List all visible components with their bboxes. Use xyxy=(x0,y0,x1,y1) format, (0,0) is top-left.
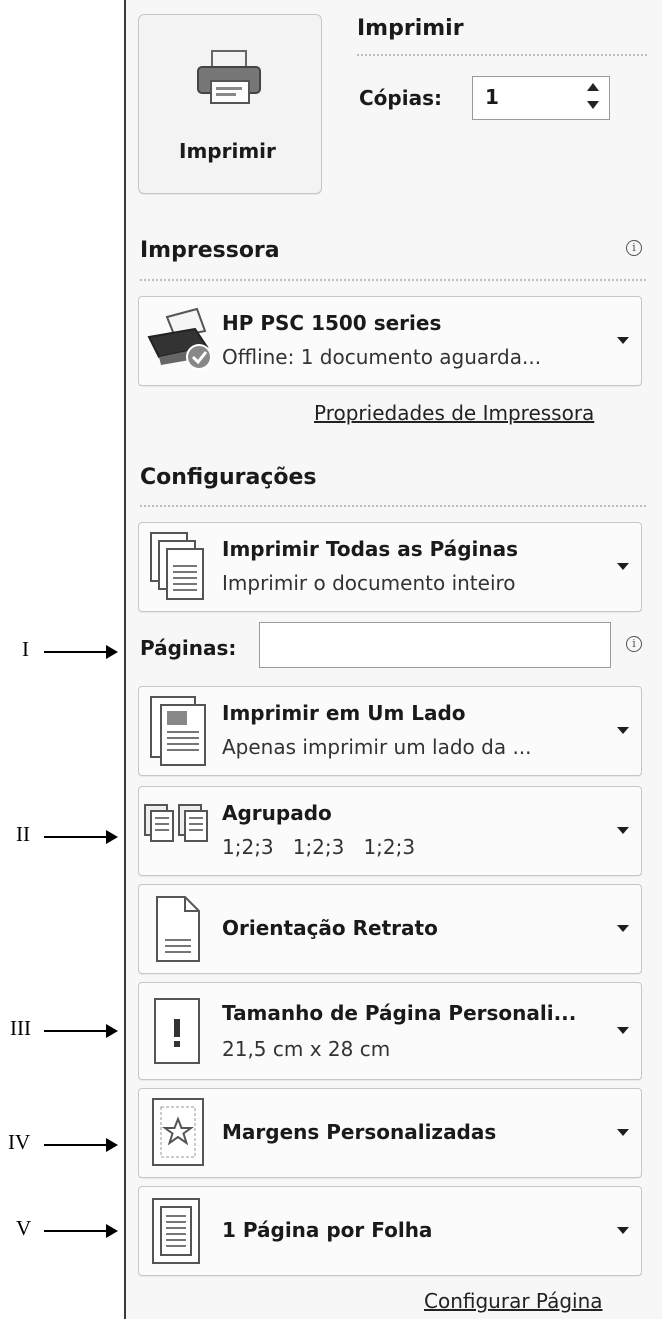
divider xyxy=(140,279,646,281)
margins-title: Margens Personalizadas xyxy=(222,1120,497,1144)
all-pages-icon xyxy=(149,531,213,607)
chevron-down-icon xyxy=(617,1027,629,1034)
annotation-arrow xyxy=(44,830,118,844)
chevron-down-icon xyxy=(617,1129,629,1136)
margins-select[interactable]: Margens Personalizadas xyxy=(138,1088,642,1178)
paper-size-select[interactable]: Tamanho de Página Personali... 21,5 cm x… xyxy=(138,982,642,1080)
print-button-label: Imprimir xyxy=(179,139,276,163)
portrait-icon xyxy=(149,895,205,969)
annotation-iii: III xyxy=(10,1016,31,1040)
settings-heading: Configurações xyxy=(140,465,317,490)
chevron-up-icon[interactable] xyxy=(587,83,599,91)
annotation-iv: IV xyxy=(8,1130,31,1154)
printer-status: Offline: 1 documento aguarda... xyxy=(222,345,542,369)
pages-per-sheet-select[interactable]: 1 Página por Folha xyxy=(138,1186,642,1276)
annotation-arrow xyxy=(44,1138,118,1152)
sides-title: Imprimir em Um Lado xyxy=(222,701,466,725)
info-icon[interactable]: i xyxy=(626,240,642,256)
chevron-down-icon xyxy=(617,563,629,570)
page-per-sheet-icon xyxy=(149,1197,205,1271)
divider xyxy=(140,505,646,507)
printer-properties-link[interactable]: Propriedades de Impressora xyxy=(314,401,594,425)
margins-icon xyxy=(149,1097,209,1173)
copies-label: Cópias: xyxy=(359,86,442,110)
pages-per-sheet-title: 1 Página por Folha xyxy=(222,1218,433,1242)
annotation-arrow xyxy=(44,645,118,659)
copies-stepper[interactable]: 1 xyxy=(472,76,610,120)
sides-subtitle: Apenas imprimir um lado da ... xyxy=(222,735,532,759)
printer-icon xyxy=(194,49,266,111)
printer-heading: Impressora xyxy=(140,238,280,263)
chevron-down-icon xyxy=(617,827,629,834)
orientation-select[interactable]: Orientação Retrato xyxy=(138,884,642,974)
divider xyxy=(357,54,647,56)
info-icon[interactable]: i xyxy=(626,636,642,652)
one-sided-icon xyxy=(149,695,213,771)
pages-input[interactable] xyxy=(259,622,611,668)
annotation-v: V xyxy=(16,1216,32,1240)
printer-device-icon xyxy=(145,307,219,377)
chevron-down-icon xyxy=(617,727,629,734)
printer-name: HP PSC 1500 series xyxy=(222,311,442,335)
annotation-ii: II xyxy=(16,822,30,846)
print-panel: Imprimir Imprimir Cópias: 1 Impressora i… xyxy=(124,0,662,1319)
pages-label: Páginas: xyxy=(140,636,237,660)
print-range-subtitle: Imprimir o documento inteiro xyxy=(222,571,516,595)
collate-select[interactable]: Agrupado 1;2;3 1;2;3 1;2;3 xyxy=(138,786,642,876)
annotation-i: I xyxy=(22,637,29,661)
page-setup-link[interactable]: Configurar Página xyxy=(424,1289,603,1313)
paper-size-subtitle: 21,5 cm x 28 cm xyxy=(222,1037,391,1061)
chevron-down-icon xyxy=(617,1227,629,1234)
copies-input[interactable]: 1 xyxy=(485,85,499,109)
print-range-select[interactable]: Imprimir Todas as Páginas Imprimir o doc… xyxy=(138,522,642,612)
sides-select[interactable]: Imprimir em Um Lado Apenas imprimir um l… xyxy=(138,686,642,776)
print-range-title: Imprimir Todas as Páginas xyxy=(222,537,519,561)
print-heading: Imprimir xyxy=(357,16,464,41)
printer-select[interactable]: HP PSC 1500 series Offline: 1 documento … xyxy=(138,296,642,386)
orientation-title: Orientação Retrato xyxy=(222,916,438,940)
collate-subtitle: 1;2;3 1;2;3 1;2;3 xyxy=(222,835,416,859)
paper-size-title: Tamanho de Página Personali... xyxy=(222,1001,577,1025)
chevron-down-icon xyxy=(617,337,629,344)
annotation-arrow xyxy=(44,1024,118,1038)
chevron-down-icon[interactable] xyxy=(587,101,599,109)
collated-icon xyxy=(143,803,213,851)
annotation-arrow xyxy=(44,1224,118,1238)
chevron-down-icon xyxy=(617,925,629,932)
paper-size-icon xyxy=(149,997,205,1071)
collate-title: Agrupado xyxy=(222,801,332,825)
print-button[interactable]: Imprimir xyxy=(138,14,322,194)
